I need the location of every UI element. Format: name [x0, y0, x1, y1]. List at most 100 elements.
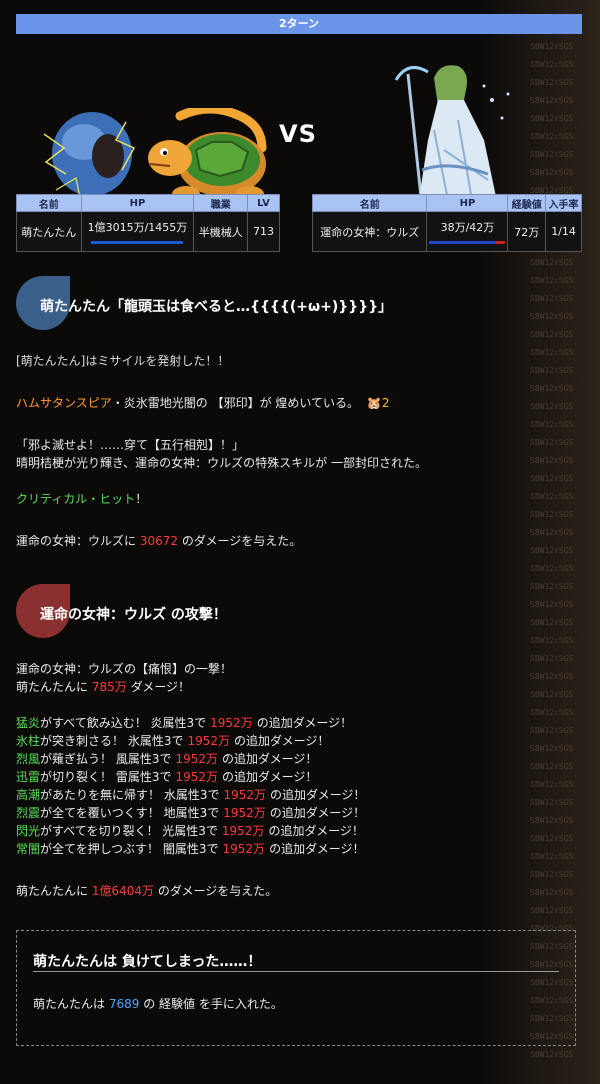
player-turtle-sprite — [148, 108, 267, 202]
damage-value: 30672 — [139, 534, 179, 548]
table-header: 名前 — [16, 194, 82, 212]
element-damage-value: 1952万 — [210, 716, 253, 730]
damage-suffix: のダメージを与えた。 — [181, 534, 302, 548]
log-line: 運命の女神：ウルズの【痛恨】の一撃！ — [16, 662, 233, 676]
enemy-hp-text: 38万/42万 — [440, 221, 495, 234]
player-hp-text: 1億3015万/1455万 — [87, 221, 188, 234]
player-attack-title: 萌たんたん「龍頭玉は食べると…{{{{(+ω+)}}}}」 — [40, 299, 393, 315]
player-sphere-sprite — [43, 112, 136, 199]
player-job: 半機械人 — [193, 211, 249, 252]
result-text: 萌たんたんは 7689 の 経験値 を手に入れた。 — [33, 995, 283, 1012]
player-hp-bar — [91, 241, 184, 244]
result-suffix: の 経験値 を手に入れた。 — [143, 997, 283, 1011]
element-suffix: の追加ダメージ！ — [269, 806, 366, 820]
element-damage-line: 烈風が薙ぎ払う！ 風属性3で 1952万 の追加ダメージ！ — [16, 750, 582, 768]
element-suffix: の追加ダメージ！ — [269, 842, 365, 856]
element-text: が突き刺さる！ 氷属性3で — [40, 734, 184, 748]
log-line: 「邪よ滅せよ！……穿て【五行相剋】！」 — [16, 438, 245, 452]
element-damage-list: 猛炎がすべて飲み込む！ 炎属性3で 1952万 の追加ダメージ！ 氷柱が突き刺さる！ … — [16, 714, 582, 858]
enemy-name: 運命の女神：ウルズ — [311, 211, 428, 252]
log-line: 萌たんたんに 785万 ダメージ！ — [16, 678, 582, 696]
result-prefix: 萌たんたんは — [33, 997, 106, 1011]
element-suffix: の追加ダメージ！ — [270, 788, 366, 802]
element-name: 常闇 — [16, 842, 41, 856]
damage-prefix: 運命の女神：ウルズに — [16, 534, 137, 548]
turn-bar: 2ターン — [16, 14, 582, 34]
element-suffix: の追加ダメージ！ — [268, 824, 364, 838]
element-name: 迅雷 — [16, 770, 41, 784]
spear-count: 2 — [381, 396, 390, 410]
battle-arena: VS — [16, 34, 582, 207]
player-attack-header: 萌たんたん「龍頭玉は食べると…{{{{(+ω+)}}}}」 — [16, 276, 582, 330]
enemy-attack-title: 運命の女神：ウルズ の攻撃！ — [40, 607, 227, 623]
element-damage-line: 閃光がすべてを切り裂く！ 光属性3で 1952万 の追加ダメージ！ — [16, 822, 582, 840]
element-suffix: の追加ダメージ！ — [222, 752, 318, 766]
element-damage-value: 1952万 — [223, 788, 267, 802]
element-name: 閃光 — [16, 824, 41, 838]
table-header: HP — [426, 194, 509, 212]
element-text: がすべてを切り裂く！ 光属性3で — [40, 824, 218, 838]
table-header: LV — [247, 194, 280, 212]
critical-mark: ！ — [135, 492, 148, 506]
player-name: 萌たんたん — [16, 211, 82, 252]
element-text: が薙ぎ払う！ 風属性3で — [40, 752, 172, 766]
log-line: 晴明桔梗が光り輝き、運命の女神：ウルズの特殊スキルが 一部封印された。 — [16, 456, 427, 470]
battle-panel: 2ターン VS 名前 HP 職業 LV 萌たんたん 1億3015万/1455万 … — [16, 14, 582, 1046]
damage-value: 785万 — [91, 680, 127, 694]
player-status-table: 名前 HP 職業 LV 萌たんたん 1億3015万/1455万 半機械人 713 — [16, 194, 280, 252]
element-name: 烈震 — [16, 806, 41, 820]
log-line: クリティカル・ヒット！ — [16, 490, 582, 508]
element-damage-value: 1952万 — [175, 770, 219, 784]
table-header: HP — [80, 194, 195, 212]
element-damage-value: 1952万 — [175, 752, 219, 766]
element-damage-line: 猛炎がすべて飲み込む！ 炎属性3で 1952万 の追加ダメージ！ — [16, 714, 582, 732]
result-box: 萌たんたんは 負けてしまった……！ 萌たんたんは 7689 の 経験値 を手に入… — [16, 930, 576, 1046]
element-damage-value: 1952万 — [223, 806, 266, 820]
element-name: 猛炎 — [16, 716, 41, 730]
element-suffix: の追加ダメージ！ — [256, 716, 353, 730]
critical-text: クリティカル・ヒット — [16, 492, 136, 506]
enemy-exp: 72万 — [507, 211, 547, 252]
element-damage-line: 烈震が全てを覆いつくす！ 地属性3で 1952万 の追加ダメージ！ — [16, 804, 582, 822]
log-line: 運命の女神：ウルズに 30672 のダメージを与えた。 — [16, 532, 582, 550]
hamster-icon: 🐹 — [366, 396, 382, 410]
enemy-hp-bar — [429, 241, 506, 244]
spear-name: ハムサタンスピア — [16, 396, 112, 410]
damage-suffix: ダメージ！ — [130, 680, 190, 694]
player-attack-log: [萌たんたん]はミサイルを発射した！！ ハムサタンスピア・炎氷雷地光闇の 【邪印… — [16, 352, 582, 550]
enemy-drop-rate: 1/14 — [545, 211, 582, 252]
player-hp-cell: 1億3015万/1455万 — [80, 211, 195, 252]
player-level: 713 — [247, 211, 280, 252]
enemy-goddess-sprite — [394, 65, 510, 207]
total-damage-value: 1億6404万 — [91, 884, 155, 898]
element-text: が全てを押しつぶす！ 闇属性3で — [40, 842, 219, 856]
element-damage-value: 1952万 — [221, 824, 265, 838]
vs-label: VS — [279, 120, 317, 148]
element-damage-line: 常闇が全てを押しつぶす！ 闇属性3で 1952万 の追加ダメージ！ — [16, 840, 582, 858]
exp-value: 7689 — [108, 997, 140, 1011]
element-damage-line: 迅雷が切り裂く！ 雷属性3で 1952万 の追加ダメージ！ — [16, 768, 582, 786]
element-damage-value: 1952万 — [187, 734, 231, 748]
damage-prefix: 萌たんたんに — [16, 884, 89, 898]
spear-text: ・炎氷雷地光闇の 【邪印】が 煌めいている。 — [111, 396, 360, 410]
enemy-status-table: 名前 HP 経験値 入手率 運命の女神：ウルズ 38万/42万 72万 1/14 — [311, 194, 582, 252]
table-header: 経験値 — [507, 194, 547, 212]
log-line: 萌たんたんに 1億6404万 のダメージを与えた。 — [16, 882, 582, 900]
element-suffix: の追加ダメージ！ — [234, 734, 330, 748]
element-name: 氷柱 — [16, 734, 41, 748]
element-damage-line: 高潮があたりを無に帰す！ 水属性3で 1952万 の追加ダメージ！ — [16, 786, 582, 804]
element-text: があたりを無に帰す！ 水属性3で — [40, 788, 220, 802]
result-divider — [33, 971, 559, 972]
enemy-attack-header: 運命の女神：ウルズ の攻撃！ — [16, 584, 582, 638]
element-text: が全てを覆いつくす！ 地属性3で — [40, 806, 220, 820]
log-line: ハムサタンスピア・炎氷雷地光闇の 【邪印】が 煌めいている。 🐹2 — [16, 394, 582, 412]
element-name: 烈風 — [16, 752, 41, 766]
damage-suffix: のダメージを与えた。 — [157, 884, 278, 898]
result-title: 萌たんたんは 負けてしまった……！ — [33, 954, 262, 970]
table-header: 職業 — [193, 194, 249, 212]
element-damage-value: 1952万 — [222, 842, 266, 856]
element-name: 高潮 — [16, 788, 41, 802]
log-line: [萌たんたん]はミサイルを発射した！！ — [16, 354, 230, 368]
enemy-attack-log: 運命の女神：ウルズの【痛恨】の一撃！ 萌たんたんに 785万 ダメージ！ 猛炎が… — [16, 660, 582, 900]
table-header: 名前 — [311, 194, 428, 212]
